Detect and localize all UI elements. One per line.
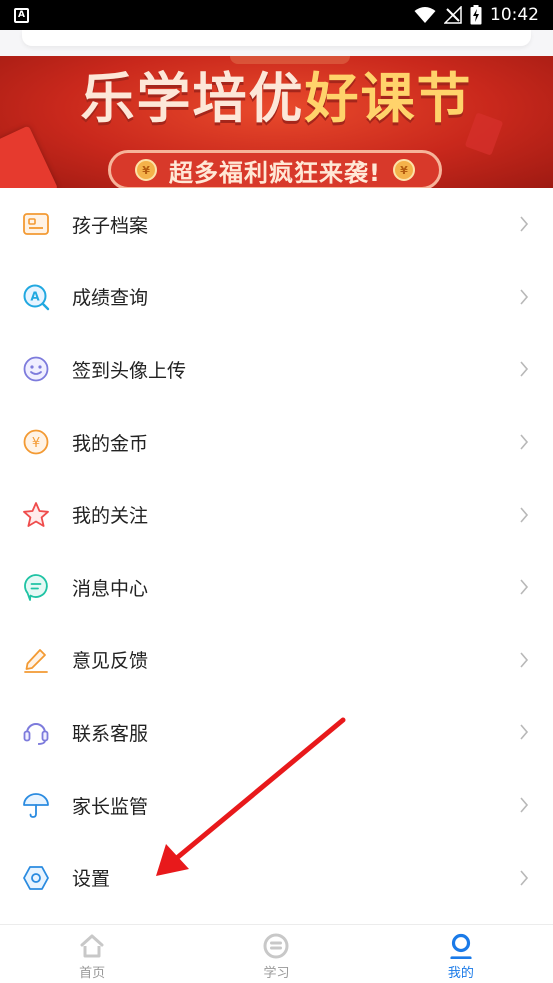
home-icon: [80, 934, 104, 958]
red-envelope-decoration: [0, 125, 59, 188]
coin-icon: ¥: [392, 159, 415, 181]
umbrella-icon: [22, 791, 50, 819]
menu-item-label: 孩子档案: [72, 214, 149, 237]
coin-icon: ¥: [135, 159, 158, 181]
message-bubble-icon: [22, 573, 50, 602]
chevron-right-icon: [520, 797, 529, 813]
menu-item-label: 我的关注: [72, 505, 149, 528]
no-signal-icon: [444, 6, 462, 24]
menu-item-label: 签到头像上传: [72, 359, 187, 382]
menu-item-parental-control[interactable]: 家长监管: [0, 768, 553, 842]
chevron-right-icon: [520, 361, 529, 378]
menu-item-label: 消息中心: [72, 577, 149, 600]
status-icons: 10:42: [414, 5, 539, 25]
wifi-icon: [414, 7, 436, 23]
nav-tab-label: 首页: [79, 966, 106, 981]
smiley-face-icon: [22, 355, 50, 383]
promo-banner[interactable]: 乐学培优好课节 ¥ 超多福利疯狂来袭! ¥: [0, 56, 553, 188]
chevron-right-icon: [520, 579, 529, 595]
menu-item-my-coins[interactable]: ¥ 我的金币: [0, 405, 553, 479]
banner-subtitle-pill: ¥ 超多福利疯狂来袭! ¥: [108, 150, 442, 188]
id-card-icon: [22, 210, 50, 238]
menu-item-label: 设置: [72, 868, 111, 891]
nav-tab-mine[interactable]: 我的: [369, 925, 553, 983]
profile-card-edge: [22, 30, 531, 46]
chevron-right-icon: [520, 216, 529, 232]
banner-title-highlight: 好课节: [304, 67, 473, 130]
chevron-right-icon: [520, 652, 529, 668]
menu-item-feedback[interactable]: 意见反馈: [0, 623, 553, 697]
nav-tab-study[interactable]: 学习: [184, 925, 368, 983]
nav-tab-home[interactable]: 首页: [0, 925, 184, 983]
app-notification-icon: A: [14, 7, 29, 23]
headset-icon: [22, 718, 50, 746]
banner-title-main: 乐学培优: [80, 67, 305, 130]
menu-item-grade-query[interactable]: A 成绩查询: [0, 260, 553, 334]
nav-tab-label: 学习: [263, 966, 290, 981]
profile-icon: [450, 933, 472, 959]
banner-title: 乐学培优好课节: [0, 64, 553, 134]
menu-item-label: 我的金币: [72, 432, 149, 455]
menu-item-label: 联系客服: [72, 722, 149, 745]
menu-item-message-center[interactable]: 消息中心: [0, 550, 553, 624]
chevron-right-icon: [520, 870, 529, 886]
coin-icon: ¥: [22, 428, 50, 456]
banner-decoration: [230, 56, 350, 64]
menu-item-label: 意见反馈: [72, 650, 149, 673]
bottom-navigation: 首页 学习 我的: [0, 924, 553, 983]
banner-subtitle: 超多福利疯狂来袭!: [169, 158, 381, 187]
grade-search-icon: A: [22, 283, 50, 311]
chevron-right-icon: [520, 507, 529, 523]
chevron-right-icon: [520, 289, 529, 305]
chevron-right-icon: [520, 434, 529, 450]
status-bar: A 10:42: [0, 0, 553, 30]
menu-item-customer-service[interactable]: 联系客服: [0, 696, 553, 769]
study-icon: [263, 933, 289, 959]
menu-item-my-follows[interactable]: 我的关注: [0, 478, 553, 551]
menu-item-child-profile[interactable]: 孩子档案: [0, 188, 553, 261]
nav-tab-label: 我的: [447, 966, 474, 981]
star-icon: [22, 501, 50, 529]
status-time: 10:42: [490, 5, 539, 25]
svg-text:A: A: [30, 289, 40, 303]
menu-item-label: 家长监管: [72, 795, 149, 818]
menu-item-settings[interactable]: 设置: [0, 841, 553, 914]
svg-text:¥: ¥: [32, 436, 40, 451]
settings-hexagon-icon: [22, 864, 50, 892]
profile-menu-list: 孩子档案 A 成绩查询 签到头像上传 ¥ 我的金币 我的关注 消息中心 意见反馈…: [0, 188, 553, 914]
menu-item-avatar-upload[interactable]: 签到头像上传: [0, 333, 553, 406]
menu-item-label: 成绩查询: [72, 287, 149, 310]
edit-pencil-icon: [22, 646, 50, 674]
battery-charging-icon: [470, 5, 482, 25]
chevron-right-icon: [520, 724, 529, 740]
